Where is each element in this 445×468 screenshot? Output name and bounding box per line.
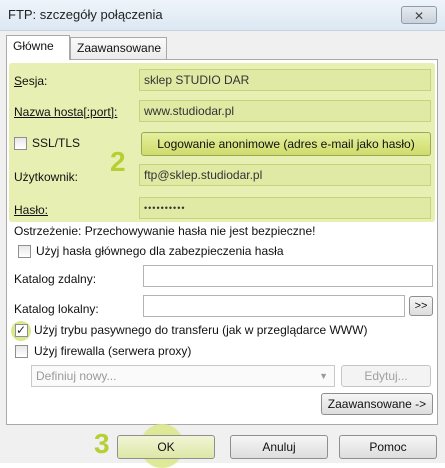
- ssl-label: SSL/TLS: [32, 136, 81, 150]
- remote-dir-field[interactable]: [143, 265, 433, 287]
- chevron-down-icon: ▼: [319, 371, 328, 381]
- passive-mode-label: Użyj trybu pasywnego do transferu (jak w…: [34, 323, 368, 337]
- cancel-button[interactable]: Anuluj: [230, 435, 328, 459]
- local-dir-label: Katalog lokalny:: [14, 302, 99, 316]
- ok-button[interactable]: OK: [117, 435, 215, 459]
- tab-general[interactable]: Główne: [6, 35, 70, 60]
- firewall-label: Użyj firewalla (serwera proxy): [34, 344, 192, 358]
- window-title: FTP: szczegóły połączenia: [8, 7, 163, 22]
- advanced-button[interactable]: Zaawansowane ->: [321, 393, 433, 415]
- close-button[interactable]: ✕: [401, 6, 437, 24]
- remote-dir-label: Katalog zdalny:: [14, 272, 97, 286]
- password-warning: Ostrzeżenie: Przechowywanie hasła nie je…: [14, 224, 316, 238]
- session-label: Sesja:: [14, 74, 48, 88]
- master-password-checkbox[interactable]: [18, 245, 31, 258]
- ssl-checkbox[interactable]: [14, 137, 27, 150]
- step-3-marker: 3: [94, 428, 110, 459]
- host-label: Nazwa hosta[:port]:: [14, 105, 118, 119]
- proxy-select-value: Definiuj nowy...: [36, 369, 117, 383]
- proxy-select[interactable]: Definiuj nowy... ▼: [31, 365, 335, 387]
- firewall-checkbox[interactable]: [15, 345, 28, 358]
- password-label: Hasło:: [14, 203, 49, 217]
- general-panel: Sesja: sklep STUDIO DAR Nazwa hosta[:por…: [6, 59, 438, 425]
- session-label-text: esja:: [22, 74, 48, 88]
- tab-advanced[interactable]: Zaawansowane: [70, 37, 167, 59]
- host-field[interactable]: www.studiodar.pl: [139, 100, 431, 122]
- close-icon: ✕: [413, 9, 425, 23]
- master-password-label: Użyj hasła głównego dla zabezpieczenia h…: [36, 244, 284, 258]
- user-label: Użytkownik:: [14, 170, 79, 184]
- title-bar: FTP: szczegóły połączenia ✕: [0, 0, 445, 31]
- browse-local-dir-button[interactable]: >>: [409, 296, 433, 316]
- password-field[interactable]: ••••••••••: [139, 197, 431, 219]
- edit-proxy-button[interactable]: Edytuj...: [341, 365, 431, 387]
- ftp-connection-dialog: FTP: szczegóły połączenia ✕ Główne Zaawa…: [0, 0, 445, 468]
- local-dir-field[interactable]: [143, 295, 405, 317]
- checkmark-icon: ✓: [16, 323, 27, 337]
- step-2-marker: 2: [110, 146, 126, 177]
- anonymous-login-button[interactable]: Logowanie anonimowe (adres e-mail jako h…: [141, 132, 431, 156]
- user-field[interactable]: ftp@sklep.studiodar.pl: [139, 164, 431, 186]
- session-field[interactable]: sklep STUDIO DAR: [139, 69, 431, 91]
- help-button[interactable]: Pomoc: [339, 435, 437, 459]
